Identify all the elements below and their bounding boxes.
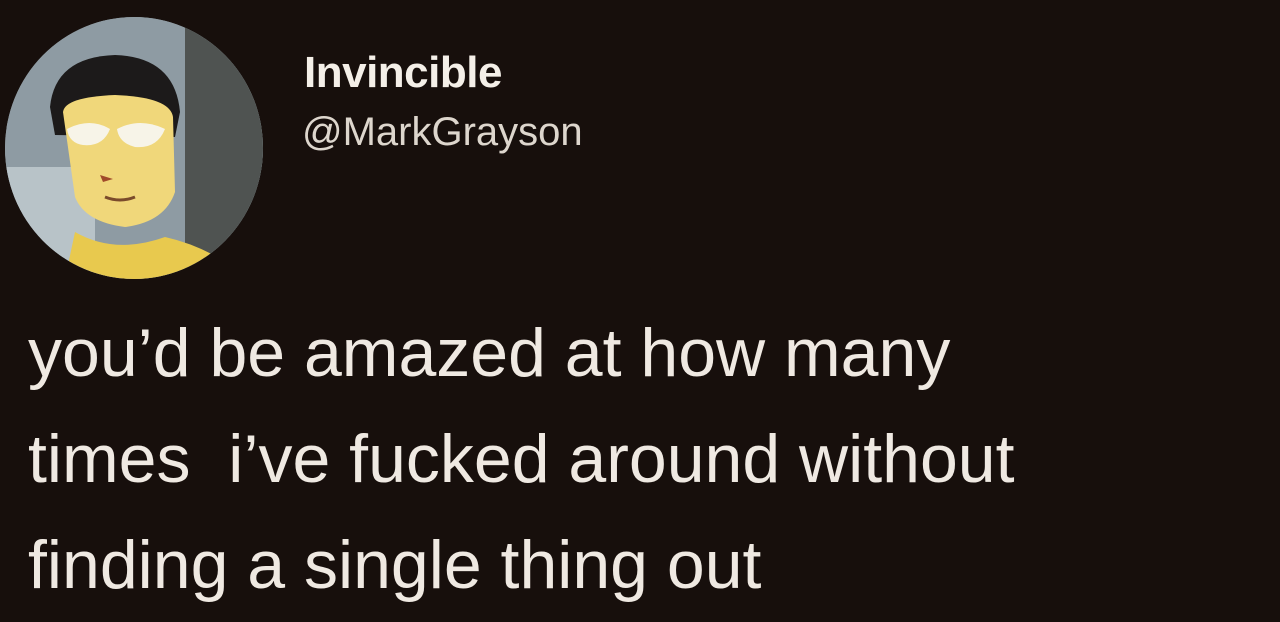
tweet-text: you’d be amazed at how many times i’ve f… bbox=[28, 300, 1280, 618]
display-name[interactable]: Invincible bbox=[304, 48, 502, 98]
tweet-text-line: you’d be amazed at how many bbox=[28, 315, 951, 391]
tweet-text-line: times i’ve fucked around without bbox=[28, 421, 1015, 497]
tweet-text-line: finding a single thing out bbox=[28, 527, 762, 603]
tweet-card: Invincible @MarkGrayson you’d be amazed … bbox=[0, 0, 1280, 622]
profile-avatar[interactable] bbox=[5, 17, 263, 279]
avatar-image-icon bbox=[5, 17, 263, 279]
username-handle[interactable]: @MarkGrayson bbox=[302, 110, 583, 155]
